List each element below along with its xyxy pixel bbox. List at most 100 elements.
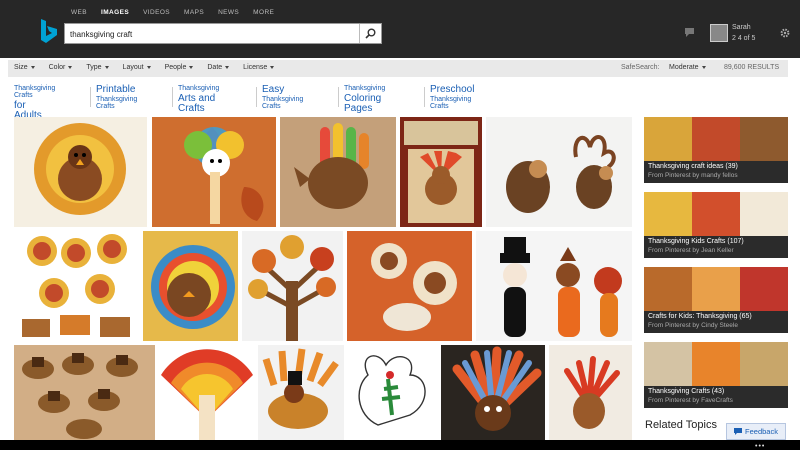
feedback-button[interactable]: Feedback	[726, 423, 786, 440]
pinterest-album[interactable]: Crafts for Kids: Thanksgiving (65) From …	[644, 267, 788, 333]
feedback-label: Feedback	[745, 427, 778, 436]
vertical-web[interactable]: WEB	[71, 9, 87, 16]
album-thumb	[740, 192, 788, 236]
cupcake-toppers-image	[22, 234, 130, 337]
filter-type[interactable]: Type	[86, 64, 109, 71]
related-search-big: Printable	[96, 84, 136, 95]
filter-label: People	[164, 64, 187, 71]
bing-logo[interactable]	[38, 18, 58, 44]
related-search-small: Thanksgiving Crafts	[262, 96, 304, 110]
filter-label: Layout	[122, 64, 144, 71]
feather-turkey-image	[441, 345, 545, 440]
album-thumb	[692, 267, 740, 311]
image-result[interactable]	[348, 345, 437, 440]
album-title: Crafts for Kids: Thanksgiving (65)	[648, 313, 752, 320]
pinterest-album[interactable]: Thanksgiving Kids Crafts (107) From Pint…	[644, 192, 788, 258]
related-search-small: Thanksgiving Crafts	[96, 96, 138, 110]
related-search-item[interactable]: Thanksgiving Coloring Pages	[344, 85, 385, 114]
rewards-counter[interactable]: 2 4 of 5	[732, 35, 755, 42]
vertical-images[interactable]: IMAGES	[101, 9, 129, 16]
pinterest-album[interactable]: Thanksgiving Crafts (43) From Pinterest …	[644, 342, 788, 408]
chevron-down-icon	[146, 66, 151, 69]
filter-people[interactable]: People	[165, 64, 194, 71]
filter-bar: Size Color Type Layout People Date Licen…	[8, 60, 788, 77]
related-search-item[interactable]: Preschool Thanksgiving Crafts	[430, 85, 474, 111]
vertical-videos[interactable]: VIDEOS	[143, 9, 170, 16]
pipe-cleaner-pilgrims-image	[500, 237, 622, 337]
image-result[interactable]	[476, 231, 632, 341]
image-result[interactable]	[441, 345, 545, 440]
avatar[interactable]	[710, 24, 728, 42]
album-thumb	[740, 117, 788, 161]
image-result[interactable]	[143, 231, 238, 341]
album-thumbnails	[644, 117, 788, 161]
related-topics-heading: Related Topics	[645, 419, 717, 431]
related-search-small: Thanksgiving	[344, 85, 386, 92]
search-button[interactable]	[359, 24, 381, 43]
related-search-big: Easy	[262, 84, 285, 95]
filter-date[interactable]: Date	[207, 64, 230, 71]
album-thumb	[692, 342, 740, 386]
image-result[interactable]	[549, 345, 632, 440]
filter-layout[interactable]: Layout	[123, 64, 151, 71]
vertical-news[interactable]: NEWS	[218, 9, 239, 16]
related-search-small: Thanksgiving Crafts	[14, 85, 56, 99]
search-input[interactable]	[70, 27, 360, 41]
image-result[interactable]	[280, 117, 396, 227]
related-search-small: Thanksgiving	[178, 85, 220, 92]
filter-label: License	[243, 64, 268, 71]
results-count: 89,600 RESULTS	[724, 64, 780, 71]
album-source: From Pinterest by Jean Keller	[648, 247, 734, 254]
related-search-item[interactable]: Thanksgiving Arts and Crafts	[178, 85, 219, 114]
pinterest-album[interactable]: Thanksgiving craft ideas (39) From Pinte…	[644, 117, 788, 183]
feedback-icon	[734, 428, 743, 435]
divider	[424, 87, 425, 107]
divider	[338, 87, 339, 107]
album-source: From Pinterest by FaveCrafts	[648, 397, 733, 404]
image-result[interactable]	[159, 345, 254, 440]
notifications-icon[interactable]	[684, 27, 695, 38]
related-search-item[interactable]: Thanksgiving Crafts for Adults	[14, 85, 55, 121]
vertical-more[interactable]: MORE	[253, 9, 274, 16]
album-thumb	[644, 192, 692, 236]
image-result[interactable]	[14, 345, 155, 440]
divider	[90, 87, 91, 107]
image-result[interactable]	[486, 117, 632, 227]
filter-label: Color	[48, 64, 66, 71]
album-title: Thanksgiving Crafts (43)	[648, 388, 725, 395]
filter-size[interactable]: Size	[14, 64, 35, 71]
coloring-turkey-image	[358, 355, 426, 426]
image-result[interactable]	[258, 345, 344, 440]
safesearch-dropdown[interactable]: Moderate	[669, 64, 706, 71]
filter-color[interactable]: Color	[49, 64, 73, 71]
related-search-item[interactable]: Printable Thanksgiving Crafts	[96, 84, 138, 111]
image-result[interactable]	[400, 117, 482, 227]
related-search-item[interactable]: Easy Thanksgiving Crafts	[262, 84, 304, 111]
image-result[interactable]	[152, 117, 276, 227]
taskbar	[0, 440, 800, 450]
album-thumb	[644, 342, 692, 386]
chevron-down-icon	[189, 66, 194, 69]
gear-icon[interactable]	[780, 28, 790, 38]
album-thumb	[644, 117, 692, 161]
bing-image-results-page: WEB IMAGES VIDEOS MAPS NEWS MORE Sarah 2…	[0, 0, 800, 440]
more-icon[interactable]: •••	[755, 443, 765, 450]
handprint-turkey-image	[280, 117, 396, 227]
vertical-maps[interactable]: MAPS	[184, 9, 204, 16]
image-result[interactable]	[242, 231, 343, 341]
filter-license[interactable]: License	[243, 64, 275, 71]
paper-turkey-card-image	[400, 117, 482, 227]
paper-bowl-turkey-image	[347, 231, 472, 341]
album-title: Thanksgiving craft ideas (39)	[648, 163, 738, 170]
image-result[interactable]	[14, 117, 147, 227]
header-bar: WEB IMAGES VIDEOS MAPS NEWS MORE Sarah 2…	[0, 0, 800, 58]
album-thumbnails	[644, 192, 788, 236]
pilgrim-hat-cookies-image	[14, 345, 155, 440]
user-name[interactable]: Sarah	[732, 24, 751, 31]
image-result[interactable]	[14, 231, 139, 341]
album-thumb	[692, 192, 740, 236]
chevron-down-icon	[104, 66, 109, 69]
related-search-big: Coloring Pages	[344, 93, 382, 114]
handprint-art-image	[549, 345, 632, 440]
image-result[interactable]	[347, 231, 472, 341]
